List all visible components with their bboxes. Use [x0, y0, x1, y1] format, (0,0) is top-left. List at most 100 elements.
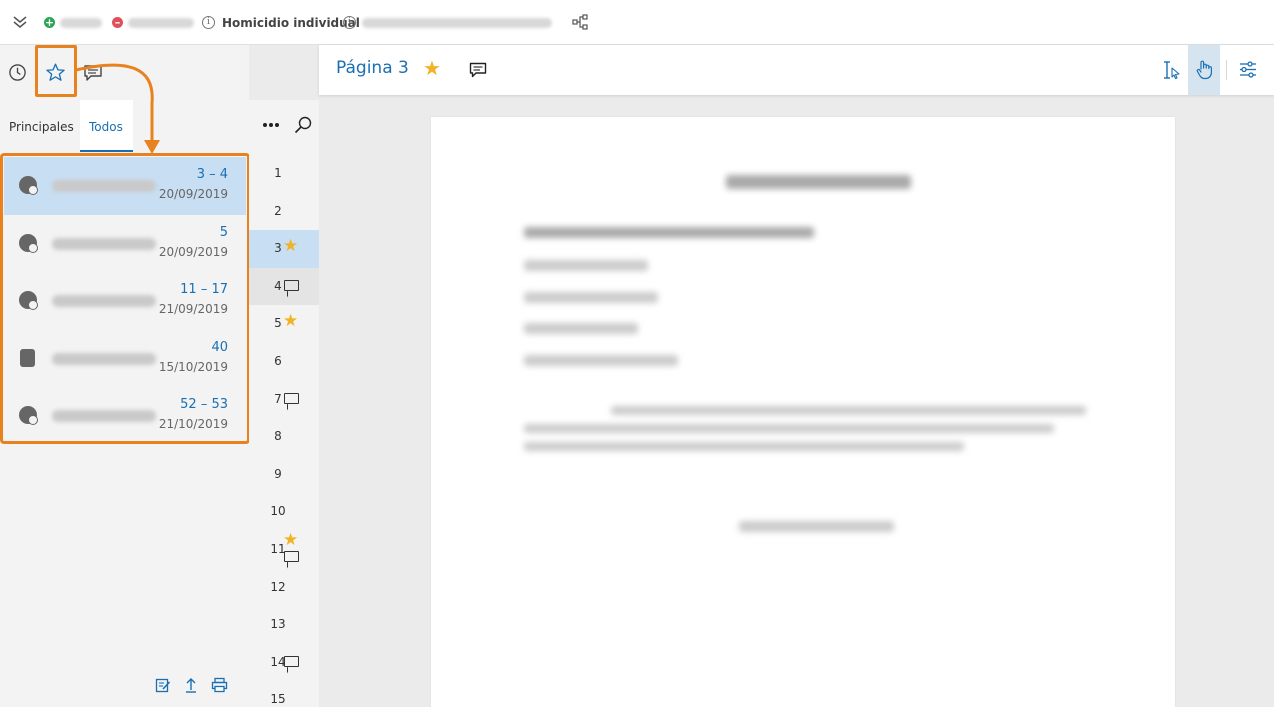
page-number: 10	[270, 504, 286, 519]
star-icon: ★	[283, 236, 299, 257]
star-icon: ★	[283, 311, 299, 332]
page-thumb-item[interactable]: 11 ★	[249, 531, 319, 569]
page-thumb-item[interactable]: 1	[249, 155, 319, 193]
hierarchy-icon[interactable]	[572, 14, 588, 30]
blurred-bookmark-title	[52, 237, 156, 250]
bookmark-item[interactable]: 5 20/09/2019	[4, 215, 246, 273]
person-remove-icon	[19, 233, 38, 253]
blurred-bookmark-title	[52, 295, 156, 307]
text-cursor-icon	[1164, 61, 1180, 80]
upload-icon[interactable]	[184, 677, 198, 693]
strip-tools	[249, 100, 319, 152]
page-thumb-item[interactable]: 15	[249, 681, 319, 707]
page-number: 9	[274, 466, 282, 481]
comment-icon	[284, 551, 299, 562]
blurred-bookmark-title	[52, 352, 156, 365]
page-comment-icon[interactable]	[469, 62, 487, 78]
tab-principales[interactable]: Principales	[0, 100, 83, 152]
text-select-tool-button[interactable]	[1155, 45, 1187, 95]
page-thumb-item[interactable]: 14	[249, 644, 319, 682]
view-settings-button[interactable]	[1232, 45, 1264, 95]
sliders-icon	[1240, 61, 1256, 78]
page-thumb-item[interactable]: 9	[249, 456, 319, 494]
more-options-icon[interactable]	[262, 122, 280, 128]
page-strip: 1 2 3 ★ 4 5 ★ 6 7 8 9 10 11 ★ 12 13 14 15	[249, 100, 319, 707]
blurred-text-line	[524, 323, 638, 334]
page-thumb-item[interactable]: 12	[249, 569, 319, 607]
star-icon: ★	[283, 530, 299, 550]
document-page[interactable]	[431, 117, 1175, 707]
page-thumb-item[interactable]: 6	[249, 343, 319, 381]
print-icon[interactable]	[211, 677, 228, 693]
blurred-text-line	[524, 260, 648, 271]
bookmark-pages: 3 – 4	[196, 167, 228, 182]
add-green-icon[interactable]: +	[44, 17, 55, 28]
page-number: 1	[274, 166, 282, 180]
bookmark-item[interactable]: 11 – 17 21/09/2019	[4, 272, 246, 330]
page-thumb-item[interactable]: 3 ★	[249, 230, 319, 268]
bookmark-pages: 5	[219, 224, 228, 240]
blurred-text-line	[739, 521, 894, 532]
blurred-label	[362, 18, 552, 28]
bookmark-item[interactable]: 3 – 4 20/09/2019	[4, 157, 246, 215]
page-number: 15	[270, 692, 286, 707]
bookmark-tabs: Principales Todos	[0, 100, 249, 152]
comment-icon	[284, 392, 299, 404]
bookmark-item[interactable]: 40 15/10/2019	[4, 330, 246, 388]
left-toolbar	[0, 45, 249, 100]
document-icon	[20, 348, 35, 367]
page-thumb-item[interactable]: 7	[249, 381, 319, 419]
bookmark-star-icon[interactable]	[45, 62, 66, 83]
page-thumb-item[interactable]: 5 ★	[249, 305, 319, 343]
page-thumb-item[interactable]: 4	[249, 267, 319, 306]
blurred-label	[128, 18, 194, 28]
blurred-text-line	[524, 424, 1054, 433]
page-title: Página 3	[336, 58, 409, 78]
person-remove-icon	[19, 291, 38, 310]
document-header: Página 3 ★	[319, 45, 1274, 95]
search-icon[interactable]	[294, 116, 312, 134]
blurred-text-line	[524, 442, 964, 451]
bookmark-list: 3 – 4 20/09/2019 5 20/09/2019 11 – 17 21/09/2…	[4, 157, 246, 445]
edit-icon[interactable]	[155, 677, 171, 693]
tab-todos[interactable]: Todos	[80, 100, 133, 152]
pan-hand-tool-button[interactable]	[1188, 45, 1220, 95]
bookmark-date: 15/10/2019	[158, 359, 228, 374]
page-number: 12	[270, 579, 286, 594]
history-clock-icon[interactable]	[8, 63, 27, 82]
blurred-label	[60, 18, 102, 28]
bookmark-pages: 52 – 53	[180, 397, 228, 412]
bookmark-date: 20/09/2019	[158, 244, 228, 259]
comments-icon[interactable]	[83, 64, 103, 82]
page-star-icon[interactable]: ★	[423, 58, 441, 78]
blurred-heading	[726, 175, 911, 189]
blurred-bookmark-title	[52, 410, 156, 422]
hand-icon	[1196, 60, 1212, 80]
page-thumb-item[interactable]: 10	[249, 493, 319, 531]
bookmark-pages: 11 – 17	[180, 282, 228, 297]
toolbar-divider	[1226, 60, 1227, 80]
comment-icon	[284, 655, 299, 667]
collapse-chevrons-icon[interactable]	[12, 15, 28, 29]
left-panel: Principales Todos 3 – 4 20/09/2019 5 20/09/…	[0, 45, 249, 707]
bookmark-date: 21/10/2019	[158, 417, 228, 431]
info-icon[interactable]: i	[343, 16, 356, 29]
page-number: 2	[274, 203, 282, 218]
page-number: 13	[270, 617, 286, 632]
person-remove-icon	[19, 176, 38, 195]
info-icon[interactable]: i	[202, 16, 215, 29]
blurred-text-line	[611, 406, 1086, 415]
blurred-text-line	[524, 355, 678, 366]
bookmark-pages: 40	[211, 339, 228, 355]
page-thumb-item[interactable]: 8	[249, 418, 319, 456]
blurred-text-line	[524, 292, 658, 303]
page-thumb-item[interactable]: 2	[249, 193, 319, 231]
comment-icon	[284, 279, 299, 291]
bookmark-item[interactable]: 52 – 53 21/10/2019	[4, 387, 246, 445]
remove-red-icon[interactable]: –	[112, 17, 123, 28]
case-title: Homicidio individual	[222, 16, 360, 30]
person-remove-icon	[19, 406, 38, 425]
bookmark-date: 20/09/2019	[158, 187, 228, 201]
page-thumb-item[interactable]: 13	[249, 606, 319, 644]
page-number: 6	[274, 354, 282, 368]
